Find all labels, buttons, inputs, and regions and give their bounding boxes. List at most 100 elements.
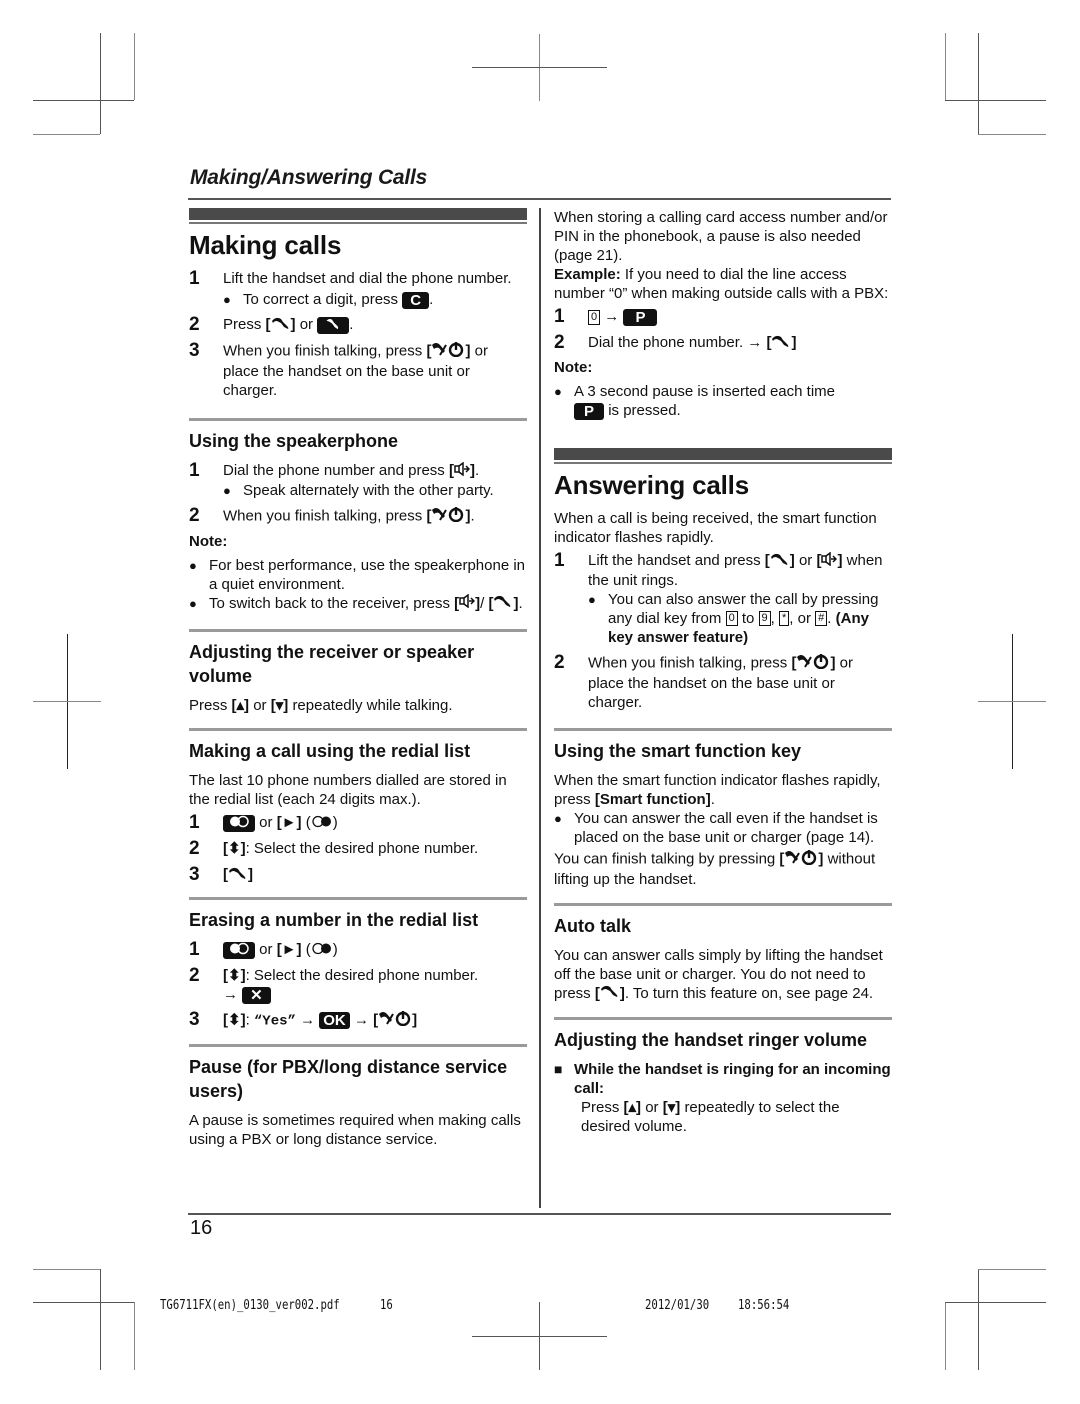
- note-item: ● A 3 second pause is inserted each time…: [554, 382, 892, 420]
- pause-key: P: [574, 402, 605, 420]
- note-label: Note:: [554, 359, 593, 376]
- step-text: When you finish talking, press: [223, 507, 423, 524]
- step-number: 1: [554, 550, 565, 571]
- text: or: [253, 697, 267, 715]
- section-speakerphone: Using the speakerphone 1 Dial the phone …: [189, 418, 527, 613]
- crop-mark: [945, 1302, 1046, 1303]
- bullet-icon: ●: [189, 557, 197, 573]
- section-title: Adjusting the handset ringer volume: [554, 1030, 868, 1051]
- bullet-text: , or: [789, 609, 811, 627]
- bullet-icon: ●: [189, 595, 197, 611]
- off-power-icon: [784, 849, 818, 870]
- erase-key-icon: ✕: [242, 986, 271, 1004]
- text: Press: [189, 697, 228, 715]
- crop-mark: [978, 1269, 1046, 1270]
- dial-key-0: 0: [725, 611, 738, 627]
- step-text: When you finish talking, press: [588, 654, 788, 671]
- step-number: 3: [189, 1009, 200, 1031]
- section-rule: [189, 629, 527, 633]
- note-item: ● To switch back to the receiver, press …: [189, 593, 523, 613]
- section-erase-redial: Erasing a number in the redial list 1 or…: [189, 897, 527, 1031]
- section-bar: [189, 208, 527, 222]
- crop-mark: [472, 1336, 607, 1337]
- arrow-icon: →: [604, 308, 620, 325]
- step-2: 2 [⬍]: Select the desired phone number.: [189, 839, 527, 859]
- section-title: Using the speakerphone: [189, 431, 399, 451]
- step-number: 1: [189, 268, 200, 289]
- note-text: A 3 second pause is inserted each time: [574, 383, 835, 400]
- talk-icon: [770, 552, 790, 571]
- arrow-icon: →: [300, 1011, 316, 1029]
- dial-key-star: *: [779, 611, 790, 627]
- up-key-icon: [▴]: [623, 1099, 642, 1117]
- crop-mark: [945, 1302, 946, 1370]
- bullet-text: Speak alternately with the other party.: [243, 481, 494, 499]
- speaker-icon: [459, 593, 476, 613]
- crop-mark: [100, 1269, 101, 1370]
- step-3: 3 When you finish talking, press [] or p…: [189, 340, 488, 400]
- talk-icon: [771, 334, 791, 353]
- section-rule: [189, 1043, 527, 1047]
- step-2: 2 Dial the phone number. → []: [554, 332, 797, 353]
- step-number: 2: [189, 504, 200, 526]
- section-intro: When a call is being received, the smart…: [554, 510, 877, 546]
- right-key-icon: [►]: [276, 941, 302, 959]
- clear-key: C: [402, 291, 430, 309]
- text: repeatedly while talking.: [292, 697, 453, 715]
- step-1: 1 Lift the handset and press [] or [] wh…: [554, 550, 883, 646]
- step-number: 2: [189, 965, 200, 987]
- crop-mark: [472, 67, 607, 68]
- crop-mark: [945, 33, 946, 100]
- bullet-icon: ●: [223, 292, 231, 307]
- off-power-icon: [431, 341, 465, 362]
- step-text: Dial the phone number.: [588, 334, 744, 351]
- note-text: For best performance, use the speakerpho…: [209, 556, 526, 593]
- down-key-icon: [▾]: [270, 697, 289, 715]
- step-number: 2: [554, 332, 565, 353]
- header-rule: [188, 198, 891, 200]
- crop-mark: [945, 100, 1046, 101]
- print-filename: TG6711FX(en)_0130_ver002.pdf: [160, 1298, 340, 1313]
- section-smart-function: Using the smart function key When the sm…: [554, 727, 892, 889]
- bullet-text: You can answer the call even if the hand…: [574, 809, 878, 846]
- step-number: 1: [189, 812, 200, 834]
- section-title: Auto talk: [554, 915, 632, 936]
- section-text: A pause is sometimes required when makin…: [189, 1111, 521, 1148]
- section-rule: [189, 418, 527, 421]
- dial-key-9: 9: [758, 611, 771, 627]
- section-bar: [554, 448, 892, 462]
- step-text: or: [299, 316, 314, 333]
- arrow-icon: →: [353, 1011, 369, 1029]
- column-divider: [539, 208, 541, 1208]
- section-answering-calls: Answering calls When a call is being rec…: [554, 448, 892, 712]
- pause-key: P: [623, 308, 658, 326]
- crop-mark: [33, 100, 134, 101]
- step-number: 2: [189, 838, 200, 860]
- step-text: Lift the handset and dial the phone numb…: [223, 270, 512, 287]
- section-ringer-volume: Adjusting the handset ringer volume ■ Wh…: [554, 1017, 892, 1136]
- step-3: 3 [⬍]: “Yes” → OK → []: [189, 1009, 418, 1031]
- redial-soft-key-icon: [223, 814, 255, 832]
- note-text: is pressed.: [608, 402, 681, 419]
- right-soft-key-icon: [311, 814, 333, 833]
- square-bullet-icon: ■: [554, 1061, 563, 1078]
- speaker-icon: [821, 551, 838, 571]
- right-column: When storing a calling card access numbe…: [554, 208, 892, 1136]
- footer-rule: [188, 1213, 891, 1215]
- section-rule: [554, 727, 892, 731]
- step-2: 2 When you finish talking, press [] or p…: [554, 651, 853, 711]
- off-power-icon: [431, 506, 465, 527]
- step-text: When you finish talking, press: [223, 342, 423, 360]
- bullet-item: ● You can answer the call even if the ha…: [554, 809, 892, 847]
- talk-key-icon: [317, 316, 350, 334]
- arrow-icon: →: [223, 986, 238, 1004]
- up-down-key-icon: [⬍]: [223, 967, 246, 985]
- section-making-calls: Making calls 1 Lift the handset and dial…: [189, 208, 527, 400]
- print-date: 2012/01/30: [645, 1298, 710, 1313]
- step-number: 3: [189, 340, 200, 361]
- left-column: Making calls 1 Lift the handset and dial…: [189, 208, 527, 1149]
- step-text: Dial the phone number and press: [223, 462, 445, 479]
- down-key-icon: [▾]: [662, 1099, 681, 1117]
- print-time: 18:56:54: [738, 1298, 790, 1313]
- step-1: 1 Dial the phone number and press []. ● …: [189, 460, 494, 499]
